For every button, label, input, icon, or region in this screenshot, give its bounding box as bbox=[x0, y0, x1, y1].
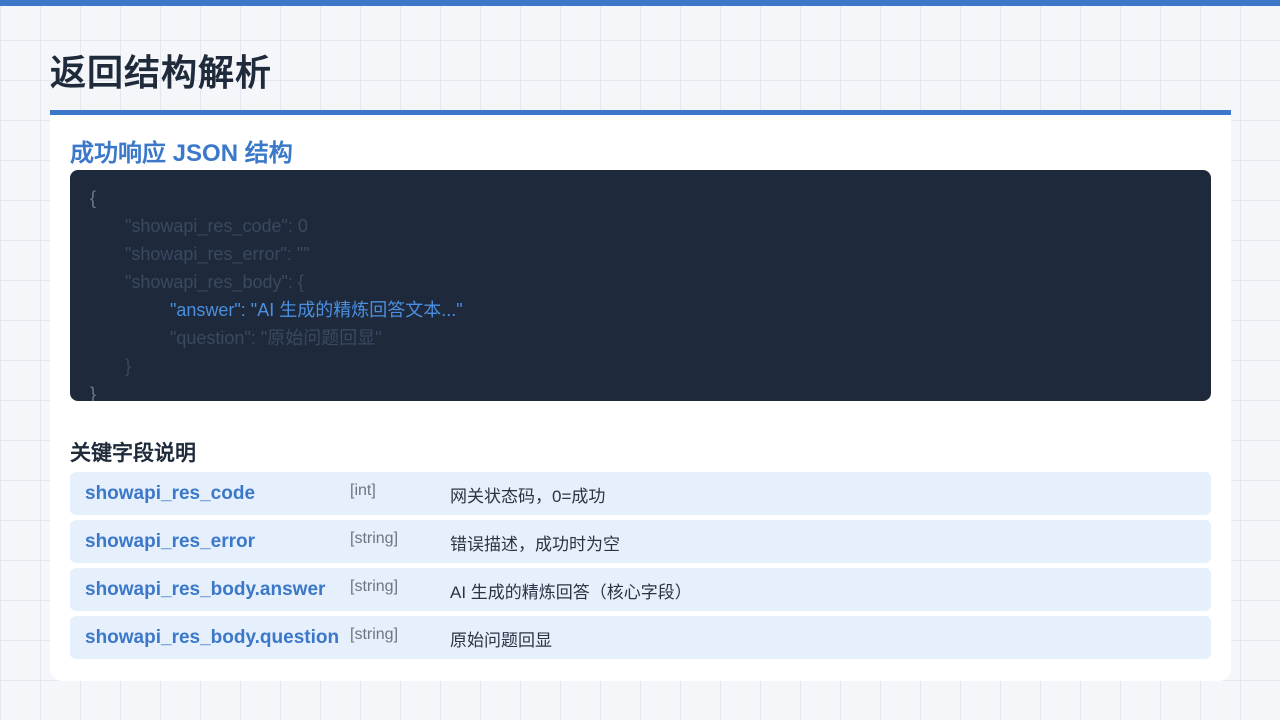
field-row: showapi_res_body.answer [string] AI 生成的精… bbox=[70, 568, 1211, 611]
fields-title: 关键字段说明 bbox=[70, 442, 196, 465]
section-title: 成功响应 JSON 结构 bbox=[70, 140, 293, 167]
code-line: "showapi_res_body": { bbox=[125, 272, 304, 292]
field-type: [string] bbox=[350, 626, 399, 643]
field-row: showapi_res_error [string] 错误描述，成功时为空 bbox=[70, 520, 1211, 563]
top-accent-bar bbox=[0, 0, 1280, 6]
code-line-highlight: "answer": "AI 生成的精炼回答文本..." bbox=[170, 300, 463, 320]
code-line: "showapi_res_error": "" bbox=[125, 244, 310, 264]
field-name: showapi_res_body.answer bbox=[85, 579, 326, 600]
field-type: [string] bbox=[350, 530, 399, 547]
field-row: showapi_res_code [int] 网关状态码，0=成功 bbox=[70, 472, 1211, 515]
field-description: 原始问题回显 bbox=[450, 631, 552, 650]
code-line: "question": "原始问题回显" bbox=[170, 328, 382, 348]
code-line: "showapi_res_code": 0 bbox=[125, 216, 308, 236]
code-line: { bbox=[90, 188, 97, 208]
field-description: AI 生成的精炼回答（核心字段） bbox=[450, 583, 692, 602]
page-title: 返回结构解析 bbox=[50, 52, 273, 93]
field-description: 错误描述，成功时为空 bbox=[450, 535, 620, 554]
field-type: [string] bbox=[350, 578, 399, 595]
field-row: showapi_res_body.question [string] 原始问题回… bbox=[70, 616, 1211, 659]
code-line: } bbox=[90, 384, 97, 401]
field-description: 网关状态码，0=成功 bbox=[450, 487, 606, 506]
field-name: showapi_res_body.question bbox=[85, 627, 340, 648]
field-name: showapi_res_error bbox=[85, 531, 256, 552]
field-name: showapi_res_code bbox=[85, 483, 256, 504]
field-type: [int] bbox=[350, 482, 376, 499]
content-card: 成功响应 JSON 结构 { "showapi_res_code": 0 "sh… bbox=[50, 110, 1231, 681]
code-block: { "showapi_res_code": 0 "showapi_res_err… bbox=[70, 170, 1211, 401]
code-line: } bbox=[125, 356, 132, 376]
